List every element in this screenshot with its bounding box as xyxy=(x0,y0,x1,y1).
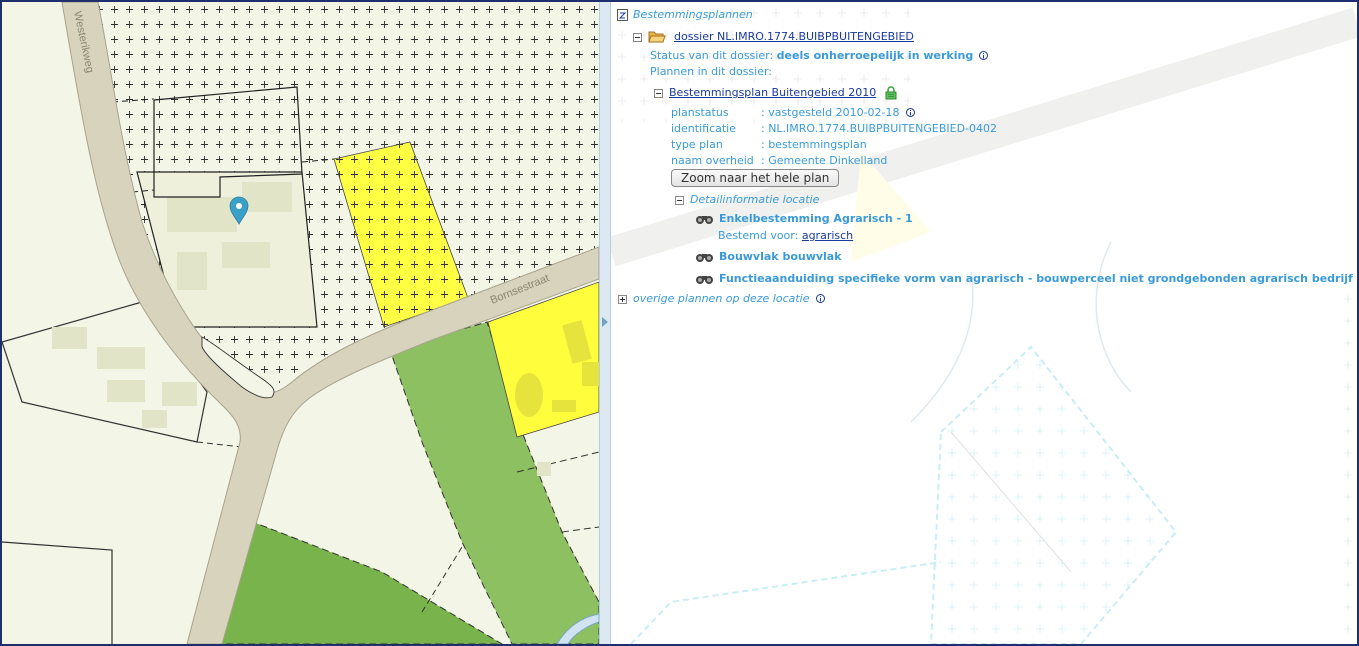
map-canvas[interactable]: Westerikweg Bornsestraat xyxy=(2,2,599,644)
detail-title: Functieaanduiding specifieke vorm van ag… xyxy=(719,272,1353,285)
tree-dossier[interactable]: dossier NL.IMRO.1774.BUIBPBUITENGEBIED xyxy=(633,30,914,44)
field-label: naam overheid xyxy=(671,154,754,167)
document-icon xyxy=(617,9,628,21)
field-label: planstatus xyxy=(671,106,729,119)
field-label: type plan xyxy=(671,138,723,151)
status-label: Status van dit dossier: xyxy=(650,49,774,62)
plan-field-identificatie: identificatie : NL.IMRO.1774.BUIBPBUITENG… xyxy=(671,122,997,136)
field-value: : NL.IMRO.1774.BUIBPBUITENGEBIED-0402 xyxy=(761,122,998,135)
folder-open-icon xyxy=(648,31,666,43)
expand-other-toggle[interactable] xyxy=(618,294,627,304)
detail-title: Enkelbestemming Agrarisch - 1 xyxy=(719,212,913,225)
dossier-status: Status van dit dossier: deels onherroepe… xyxy=(650,49,989,63)
bestemd-label: Bestemd voor: xyxy=(718,229,799,242)
collapse-detail-toggle[interactable] xyxy=(675,195,684,205)
bestemd-link[interactable]: agrarisch xyxy=(802,229,853,242)
info-icon[interactable] xyxy=(979,51,989,61)
tree-root[interactable]: Bestemmingsplannen xyxy=(617,8,753,22)
collapse-arrow-icon[interactable] xyxy=(602,317,608,327)
dossier-link[interactable]: dossier NL.IMRO.1774.BUIBPBUITENGEBIED xyxy=(674,30,914,43)
detail-item[interactable]: Enkelbestemming Agrarisch - 1 xyxy=(695,212,913,226)
tree-detail[interactable]: Detailinformatie locatie xyxy=(675,193,819,207)
app-frame: Westerikweg Bornsestraat Bestemmingsplan… xyxy=(0,0,1359,646)
lock-icon xyxy=(885,86,897,100)
plan-field-planstatus: planstatus : vastgesteld 2010-02-18 xyxy=(671,106,915,120)
detail-item[interactable]: Functieaanduiding specifieke vorm van ag… xyxy=(695,272,1353,286)
plans-in-dossier: Plannen in dit dossier: xyxy=(650,65,772,79)
info-panel: Bestemmingsplannen dossier NL.IMRO.1774.… xyxy=(611,2,1357,644)
collapse-plan-toggle[interactable] xyxy=(654,88,663,98)
zoom-to-plan-button[interactable]: Zoom naar het hele plan xyxy=(671,169,840,187)
map-view[interactable]: Westerikweg Bornsestraat xyxy=(2,2,599,644)
info-icon[interactable] xyxy=(815,294,825,304)
detail-title: Bouwvlak bouwvlak xyxy=(719,250,842,263)
other-plans-label[interactable]: overige plannen op deze locatie xyxy=(633,292,810,305)
binoculars-icon[interactable] xyxy=(695,251,715,263)
plans-label: Plannen in dit dossier: xyxy=(650,65,773,78)
collapse-dossier-toggle[interactable] xyxy=(633,32,642,42)
plan-link[interactable]: Bestemmingsplan Buitengebied 2010 xyxy=(669,86,876,99)
field-value: : bestemmingsplan xyxy=(761,138,867,151)
field-value: : vastgesteld 2010-02-18 xyxy=(761,106,900,119)
plan-field-type: type plan : bestemmingsplan xyxy=(671,138,867,152)
info-icon[interactable] xyxy=(905,108,915,118)
detail-sub: Bestemd voor: agrarisch xyxy=(718,229,853,243)
plan-field-overheid: naam overheid : Gemeente Dinkelland xyxy=(671,154,887,168)
binoculars-icon[interactable] xyxy=(695,213,715,225)
status-value: deels onherroepelijk in werking xyxy=(776,49,974,62)
tree-plan[interactable]: Bestemmingsplan Buitengebied 2010 xyxy=(654,86,898,100)
binoculars-icon[interactable] xyxy=(695,273,715,285)
field-value: : Gemeente Dinkelland xyxy=(761,154,888,167)
panel-splitter[interactable] xyxy=(599,2,611,644)
detail-label: Detailinformatie locatie xyxy=(690,193,820,206)
field-label: identificatie xyxy=(671,122,737,135)
root-label: Bestemmingsplannen xyxy=(633,8,753,21)
detail-item[interactable]: Bouwvlak bouwvlak xyxy=(695,250,842,264)
tree-other-plans[interactable]: overige plannen op deze locatie xyxy=(618,292,825,306)
